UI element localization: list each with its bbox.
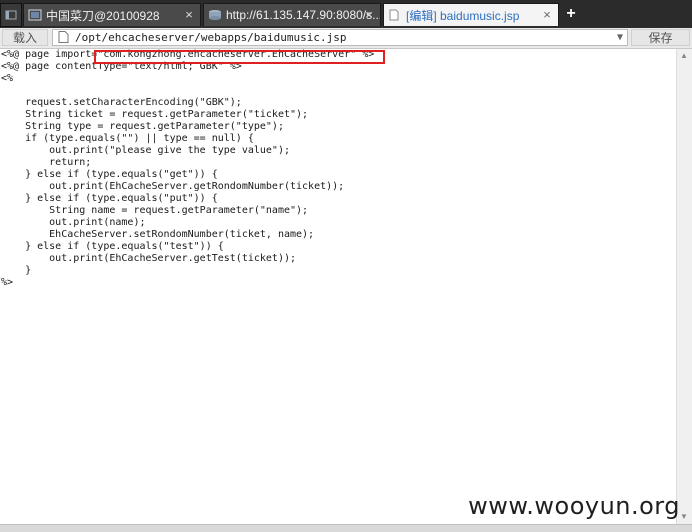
watermark: www.wooyun.org xyxy=(468,492,680,520)
tab-chopper-home[interactable]: 中国菜刀@20100928 × xyxy=(23,3,201,26)
tab-label: 中国菜刀@20100928 xyxy=(46,8,160,23)
close-icon[interactable]: × xyxy=(183,8,195,21)
load-button[interactable]: 载入 xyxy=(2,29,48,46)
tab-bar: 中国菜刀@20100928 × http://61.135.147.90:808… xyxy=(0,0,692,29)
vertical-scrollbar[interactable]: ▲ ▼ xyxy=(676,49,692,525)
close-icon[interactable]: × xyxy=(363,8,375,21)
save-button[interactable]: 保存 xyxy=(631,29,690,46)
scroll-down-icon[interactable]: ▼ xyxy=(680,512,688,521)
document-icon xyxy=(388,9,402,21)
new-tab-button[interactable]: + xyxy=(561,5,581,25)
tab-label: [编辑] baidumusic.jsp xyxy=(406,8,520,23)
highlight-annotation xyxy=(94,50,385,64)
code-text[interactable]: <%@ page import="com.kongzhong.ehcachese… xyxy=(1,49,374,289)
status-bar xyxy=(0,524,692,532)
toolbar: 载入 /opt/ehcacheserver/webapps/baidumusic… xyxy=(0,28,692,49)
window-menu-icon[interactable] xyxy=(0,3,22,27)
close-icon[interactable]: × xyxy=(541,8,553,21)
database-icon xyxy=(208,9,222,21)
window-icon xyxy=(28,9,42,21)
file-path-field[interactable]: /opt/ehcacheserver/webapps/baidumusic.js… xyxy=(52,29,628,46)
tab-label: http://61.135.147.90:8080/s... xyxy=(226,8,381,22)
file-path-value: /opt/ehcacheserver/webapps/baidumusic.js… xyxy=(75,31,347,44)
scroll-up-icon[interactable]: ▲ xyxy=(680,51,688,60)
document-icon xyxy=(58,31,69,47)
tab-edit-file[interactable]: [编辑] baidumusic.jsp × xyxy=(383,3,559,26)
chevron-down-icon[interactable]: ▼ xyxy=(617,30,623,45)
tab-remote-url[interactable]: http://61.135.147.90:8080/s... × xyxy=(203,3,381,26)
code-editor[interactable]: <%@ page import="com.kongzhong.ehcachese… xyxy=(0,49,677,525)
